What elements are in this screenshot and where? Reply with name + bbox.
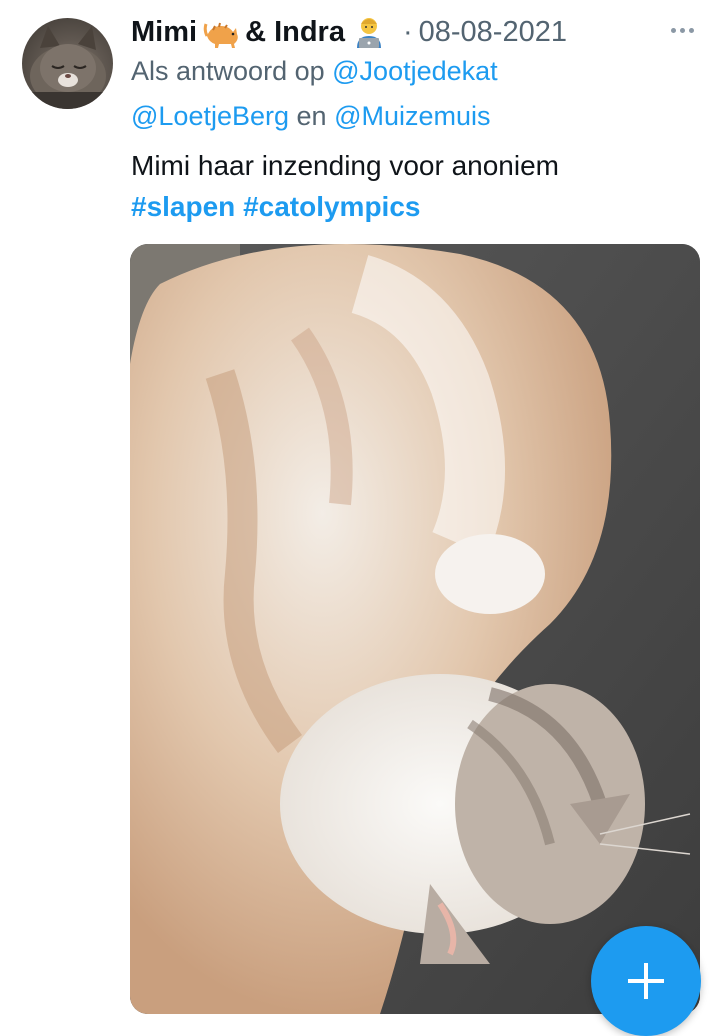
tweet-text: Mimi haar inzending voor anoniem xyxy=(131,150,559,181)
more-dot xyxy=(679,27,685,33)
tweet-photo[interactable] xyxy=(130,244,700,1014)
more-dot xyxy=(688,27,694,33)
tweet-header: Mimi & Indra · 08-08-2021 xyxy=(131,12,567,52)
hashtag-link[interactable]: #catolympics xyxy=(243,191,420,222)
reply-prefix: Als antwoord op xyxy=(131,56,325,86)
tweet-date[interactable]: 08-08-2021 xyxy=(419,16,567,49)
author-name[interactable]: Mimi xyxy=(131,16,197,49)
plus-icon xyxy=(628,963,664,999)
technologist-emoji-icon xyxy=(351,14,387,50)
author-name-joiner[interactable]: & Indra xyxy=(245,16,345,49)
compose-button[interactable] xyxy=(591,926,701,1036)
mention-link[interactable]: @Jootjedekat xyxy=(332,56,498,86)
header-separator: · xyxy=(402,15,413,48)
reply-conjunction: en xyxy=(296,101,327,131)
avatar[interactable] xyxy=(22,18,113,109)
tweet: Mimi & Indra · 08-08-2021 Als antwoord o… xyxy=(0,0,723,1036)
mention-link[interactable]: @Muizemuis xyxy=(334,101,490,131)
reply-context-continued: @LoetjeBerg en @Muizemuis xyxy=(131,101,491,132)
hashtag-link[interactable]: #slapen xyxy=(131,191,235,222)
more-icon[interactable] xyxy=(664,18,700,42)
reply-context: Als antwoord op @Jootjedekat xyxy=(131,56,498,87)
mention-link[interactable]: @LoetjeBerg xyxy=(131,101,289,131)
more-dot xyxy=(670,27,676,33)
tweet-hashtags: #slapen #catolympics xyxy=(131,191,420,223)
cat-emoji-icon xyxy=(203,14,239,50)
